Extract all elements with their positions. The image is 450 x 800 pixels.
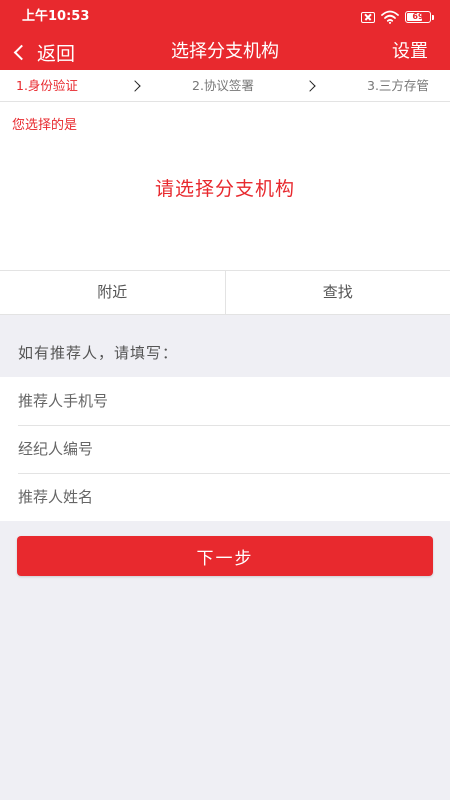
selection-label: 您选择的是 bbox=[12, 118, 78, 133]
step-indicator: 1.身份验证 2.协议签署 3.三方存管 bbox=[0, 70, 450, 102]
referrer-phone-input[interactable] bbox=[0, 377, 450, 425]
nav-bar: 返回 选择分支机构 设置 bbox=[0, 34, 450, 70]
broker-id-input[interactable] bbox=[0, 425, 450, 473]
chevron-left-icon bbox=[13, 44, 30, 60]
form-row bbox=[0, 473, 450, 521]
branch-select-prompt[interactable]: 请选择分支机构 bbox=[0, 174, 450, 201]
step-identity-verification: 1.身份验证 bbox=[16, 78, 78, 93]
referrer-hint: 如有推荐人，请填写： bbox=[18, 344, 179, 362]
screen: 上午10:53 69 返回 选择分支机构 设置 1.身份验证 2.协议签署 3.… bbox=[0, 0, 450, 800]
referrer-name-input[interactable] bbox=[0, 473, 450, 521]
branch-selection-area[interactable]: 您选择的是 请选择分支机构 bbox=[0, 102, 450, 270]
status-time: 上午10:53 bbox=[22, 9, 90, 24]
back-button[interactable]: 返回 bbox=[12, 34, 75, 70]
referrer-form bbox=[0, 377, 450, 521]
branch-search-tabs: 附近 查找 bbox=[0, 270, 450, 315]
status-bar: 上午10:53 69 bbox=[0, 0, 450, 34]
next-step-button[interactable]: 下一步 bbox=[17, 536, 433, 576]
battery-level: 69 bbox=[412, 12, 424, 21]
settings-button[interactable]: 设置 bbox=[392, 34, 428, 70]
wifi-icon bbox=[381, 10, 399, 24]
back-label: 返回 bbox=[37, 42, 76, 65]
chevron-right-icon bbox=[304, 80, 316, 92]
tab-nearby[interactable]: 附近 bbox=[0, 271, 225, 314]
status-icons: 69 bbox=[361, 9, 434, 25]
form-row bbox=[0, 377, 450, 425]
battery-icon: 69 bbox=[405, 11, 431, 23]
form-row bbox=[0, 425, 450, 473]
step-agreement-signing: 2.协议签署 bbox=[192, 78, 254, 93]
sim-off-icon bbox=[361, 11, 375, 23]
tab-search[interactable]: 查找 bbox=[224, 271, 450, 314]
battery-tip bbox=[432, 14, 434, 20]
chevron-right-icon bbox=[129, 80, 141, 92]
step-third-party-custody: 3.三方存管 bbox=[367, 78, 429, 93]
